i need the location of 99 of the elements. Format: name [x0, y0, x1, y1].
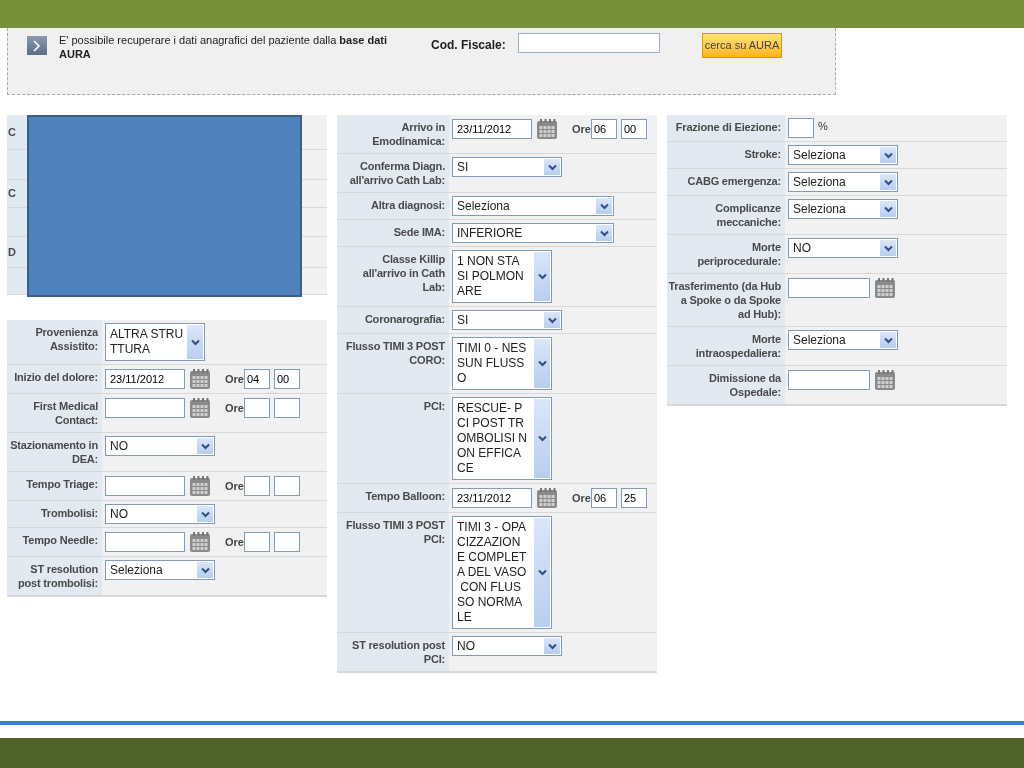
- minute-field[interactable]: [273, 532, 300, 552]
- select-field[interactable]: NO: [788, 238, 898, 258]
- field-label: Coronarografia:: [337, 307, 449, 333]
- search-aura-button[interactable]: cerca su AURA: [701, 33, 783, 58]
- field-label: First Medical Contact:: [7, 394, 102, 432]
- hour-field[interactable]: [243, 532, 270, 552]
- field-label: Trasferimento (da Hub a Spoke o da Spoke ad Hub):: [667, 274, 785, 326]
- hour-label: Ore: [225, 371, 244, 387]
- field-label: Tempo Balloon:: [337, 484, 449, 512]
- select-field[interactable]: RESCUE- P CI POST TR OMBOLISI N ON EFFICA CE: [452, 397, 552, 480]
- field-label: Conferma Diagn. all'arrivo Cath Lab:: [337, 154, 449, 192]
- field-label: C: [7, 115, 27, 150]
- value-cell: [302, 180, 327, 208]
- hour-label: Ore: [225, 534, 244, 550]
- field-label: Altra diagnosi:: [337, 193, 449, 219]
- calendar-icon[interactable]: [536, 487, 558, 509]
- date-field[interactable]: [105, 398, 185, 418]
- value-cell: [302, 150, 327, 180]
- hour-field[interactable]: [243, 398, 270, 418]
- field-label: [7, 268, 27, 295]
- select-field[interactable]: TIMI 0 - NES SUN FLUSS O: [452, 337, 552, 390]
- date-field[interactable]: 23/11/2012: [452, 488, 532, 508]
- date-field[interactable]: 23/11/2012: [105, 369, 185, 389]
- select-field[interactable]: Seleziona: [788, 199, 898, 219]
- select-field[interactable]: SI: [452, 310, 562, 330]
- field-label: Provenienza Assistito:: [7, 320, 102, 364]
- field-label: Complicanze meccaniche:: [667, 196, 785, 234]
- hour-label: Ore: [225, 400, 244, 416]
- hour-label: Ore: [572, 490, 591, 506]
- field-label: Stazionamento in DEA:: [7, 433, 102, 471]
- field-label: Tempo Triage:: [7, 472, 102, 500]
- field-label: Sede IMA:: [337, 220, 449, 246]
- date-field[interactable]: [788, 370, 870, 390]
- field-label: Inizio del dolore:: [7, 365, 102, 393]
- field-label: Morte periprocedurale:: [667, 235, 785, 273]
- calendar-icon[interactable]: [189, 368, 211, 390]
- date-field[interactable]: [788, 278, 870, 298]
- minute-field[interactable]: 25: [620, 488, 647, 508]
- field-label: Frazione di Eiezione:: [667, 115, 785, 141]
- date-field[interactable]: [105, 476, 185, 496]
- minute-field[interactable]: [273, 398, 300, 418]
- calendar-icon[interactable]: [189, 475, 211, 497]
- field-label: C: [7, 180, 27, 208]
- select-field[interactable]: Seleziona: [788, 172, 898, 192]
- hour-field[interactable]: 06: [590, 119, 617, 139]
- hour-field[interactable]: 04: [243, 369, 270, 389]
- percent-unit: %: [818, 119, 828, 134]
- minute-field[interactable]: 00: [273, 369, 300, 389]
- field-label: Flusso TIMI 3 POST PCI:: [337, 513, 449, 632]
- field-label: Classe Killip all'arrivo in Cath Lab:: [337, 247, 449, 306]
- fiscal-code-field[interactable]: [517, 33, 660, 53]
- field-label: Tempo Needle:: [7, 528, 102, 556]
- select-field[interactable]: NO: [105, 436, 215, 456]
- date-field[interactable]: 23/11/2012: [452, 119, 532, 139]
- field-label: PCI:: [337, 394, 449, 483]
- field-label: Morte intraospedaliera:: [667, 327, 785, 365]
- select-field[interactable]: 1 NON STA SI POLMON ARE: [452, 250, 552, 303]
- field-label: Arrivo in Emodinamica:: [337, 115, 449, 153]
- calendar-icon[interactable]: [189, 397, 211, 419]
- calendar-icon[interactable]: [874, 369, 896, 391]
- select-field[interactable]: TIMI 3 - OPA CIZZAZION E COMPLET A DEL VASO CON FLUS SO NORMA LE: [452, 516, 552, 629]
- value-cell: [302, 237, 327, 268]
- field-label: ST resolution post PCI:: [337, 633, 449, 671]
- field-label: Trombolisi:: [7, 501, 102, 527]
- field-label: D: [7, 237, 27, 268]
- hour-field[interactable]: [243, 476, 270, 496]
- field-label: ST resolution post trombolisi:: [7, 557, 102, 595]
- value-cell: [302, 208, 327, 237]
- select-field[interactable]: SI: [452, 157, 562, 177]
- hour-field[interactable]: 06: [590, 488, 617, 508]
- percent-field[interactable]: [788, 118, 814, 138]
- minute-field[interactable]: 00: [620, 119, 647, 139]
- minute-field[interactable]: [273, 476, 300, 496]
- select-field[interactable]: NO: [452, 636, 562, 656]
- expand-button[interactable]: [27, 36, 47, 55]
- select-field[interactable]: ALTRA STRU TTURA: [105, 323, 205, 361]
- field-label: CABG emergenza:: [667, 169, 785, 195]
- select-field[interactable]: Seleziona: [788, 330, 898, 350]
- calendar-icon[interactable]: [874, 277, 896, 299]
- field-label: Dimissione da Ospedale:: [667, 366, 785, 404]
- field-label: [7, 150, 27, 180]
- field-label: Stroke:: [667, 142, 785, 168]
- date-field[interactable]: [105, 532, 185, 552]
- aura-info-text: E' possibile recuperare i dati anagrafici del paziente dalla base dati AURA: [59, 33, 388, 61]
- select-field[interactable]: Seleziona: [105, 560, 215, 580]
- calendar-icon[interactable]: [536, 118, 558, 140]
- select-field[interactable]: Seleziona: [452, 196, 614, 216]
- select-field[interactable]: Seleziona: [788, 145, 898, 165]
- calendar-icon[interactable]: [189, 531, 211, 553]
- value-cell: [302, 268, 327, 295]
- field-label: [7, 208, 27, 237]
- select-field[interactable]: INFERIORE: [452, 223, 614, 243]
- value-cell: [302, 115, 327, 150]
- field-label: Flusso TIMI 3 POST CORO:: [337, 334, 449, 393]
- fiscal-code-label: Cod. Fiscale:: [431, 37, 506, 54]
- chevron-right-icon: [33, 39, 41, 52]
- select-field[interactable]: NO: [105, 504, 215, 524]
- hour-label: Ore: [572, 121, 591, 137]
- hour-label: Ore: [225, 478, 244, 494]
